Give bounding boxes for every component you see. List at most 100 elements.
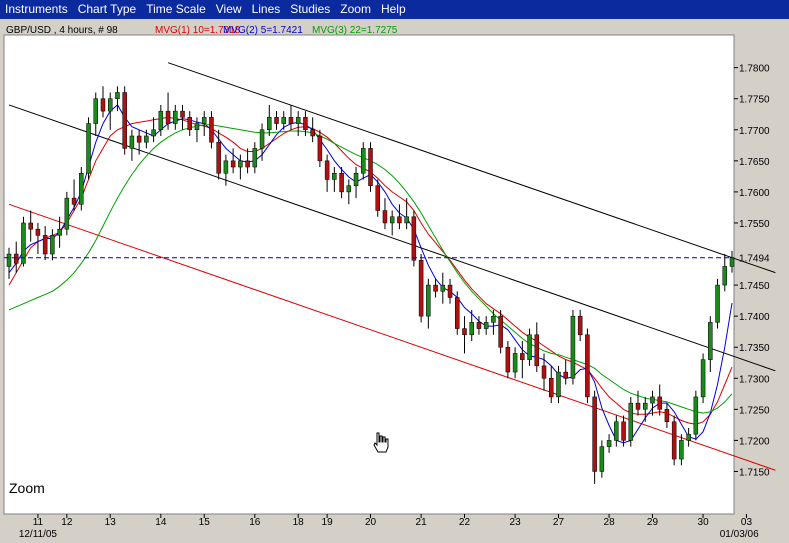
menu-time-scale[interactable]: Time Scale bbox=[141, 0, 211, 19]
candle-body bbox=[686, 433, 691, 441]
candle-body bbox=[563, 371, 568, 379]
candle-body bbox=[209, 117, 214, 143]
menu-lines[interactable]: Lines bbox=[247, 0, 286, 19]
candle-body bbox=[534, 334, 540, 367]
candle-body bbox=[650, 396, 655, 404]
x-tick-label: 19 bbox=[322, 517, 334, 528]
candle-body bbox=[700, 359, 706, 398]
y-tick-label: 1.7750 bbox=[739, 95, 770, 106]
candle-body bbox=[310, 129, 315, 137]
candle-body bbox=[79, 173, 84, 205]
candle-body bbox=[361, 148, 366, 174]
candle-body bbox=[115, 92, 120, 99]
candle-body bbox=[447, 284, 453, 298]
x-tick-label: 29 bbox=[647, 517, 659, 528]
menu-view[interactable]: View bbox=[211, 0, 247, 19]
candle-body bbox=[230, 160, 236, 168]
chart-area[interactable]: GBP/USD , 4 hours, # 98 MVG(1) 10=1.7318… bbox=[0, 19, 789, 543]
candle-body bbox=[144, 135, 149, 143]
candle-body bbox=[693, 396, 699, 435]
instrument-label: GBP/USD , 4 hours, # 98 bbox=[6, 25, 118, 36]
candle-body bbox=[332, 173, 337, 180]
y-tick-label: 1.7650 bbox=[739, 157, 770, 168]
candle-body bbox=[216, 141, 221, 174]
candle-body bbox=[245, 160, 250, 168]
x-tick-label: 23 bbox=[510, 517, 522, 528]
candle-body bbox=[657, 396, 662, 410]
candle-body bbox=[165, 110, 171, 124]
candle-body bbox=[187, 117, 192, 131]
candle-body bbox=[664, 409, 670, 423]
candle-body bbox=[498, 315, 503, 348]
candle bbox=[671, 415, 677, 466]
x-tick-label: 14 bbox=[155, 517, 167, 528]
candle-body bbox=[35, 228, 41, 236]
x-tick-label: 20 bbox=[365, 517, 377, 528]
candle-body bbox=[288, 117, 294, 124]
y-tick-label: 1.7600 bbox=[739, 188, 770, 199]
y-tick-label: 1.7700 bbox=[739, 126, 770, 137]
candle-body bbox=[324, 160, 330, 180]
candle bbox=[693, 390, 699, 441]
candle-body bbox=[549, 378, 554, 398]
menu-chart-type[interactable]: Chart Type bbox=[73, 0, 141, 19]
candle-body bbox=[397, 216, 402, 224]
candle-body bbox=[158, 110, 164, 131]
y-axis: 1.7800 1.7750 1.7700 1.7650 1.7600 1.7550 1.74… bbox=[734, 64, 770, 478]
x-tick-label: 21 bbox=[416, 517, 428, 528]
y-tick-label: 1.7450 bbox=[739, 281, 770, 292]
menu-instruments[interactable]: Instruments bbox=[0, 0, 73, 19]
candle bbox=[592, 390, 597, 484]
menu-bar: Instruments Chart Type Time Scale View L… bbox=[0, 0, 789, 19]
zoom-label: Zoom bbox=[9, 480, 45, 496]
menu-studies[interactable]: Studies bbox=[285, 0, 335, 19]
candle bbox=[418, 254, 424, 323]
candle-body bbox=[64, 197, 70, 230]
candle-body bbox=[346, 185, 352, 193]
candle bbox=[79, 167, 84, 211]
x-date-label: 12/11/05 bbox=[19, 529, 58, 540]
candle-body bbox=[252, 148, 258, 168]
candle-body bbox=[317, 135, 323, 162]
candle-body bbox=[382, 210, 388, 224]
candle bbox=[455, 291, 460, 335]
menu-zoom[interactable]: Zoom bbox=[335, 0, 376, 19]
candle-body bbox=[267, 117, 272, 131]
candle bbox=[570, 309, 576, 385]
candle-body bbox=[375, 185, 380, 211]
candle bbox=[21, 216, 26, 267]
candle-body bbox=[512, 353, 518, 373]
candle-body bbox=[577, 315, 583, 336]
candle-body bbox=[389, 216, 395, 224]
x-tick-label: 27 bbox=[553, 517, 565, 528]
x-tick-label: 22 bbox=[459, 517, 471, 528]
candle bbox=[498, 309, 503, 354]
candle-body bbox=[151, 129, 156, 137]
candle-body bbox=[592, 396, 597, 472]
x-tick-label: 28 bbox=[604, 517, 616, 528]
candle-body bbox=[679, 440, 684, 460]
x-axis: 11 12 13 14 15 16 18 19 20 21 22 23 27 28 29 30 03 12/11/… bbox=[19, 514, 759, 540]
y-tick-label: 1.7150 bbox=[739, 467, 770, 478]
candle-body bbox=[642, 402, 648, 410]
candle-body bbox=[42, 235, 48, 255]
candle-body bbox=[440, 284, 446, 292]
candle-body bbox=[527, 334, 532, 360]
menu-help[interactable]: Help bbox=[376, 0, 411, 19]
candle-body bbox=[86, 123, 91, 174]
candle-body bbox=[469, 322, 474, 336]
candle bbox=[700, 353, 706, 404]
candle-body bbox=[274, 117, 279, 124]
candle-body bbox=[13, 253, 19, 264]
candle-body bbox=[462, 328, 467, 336]
candle-body bbox=[259, 129, 265, 149]
y-tick-label: 1.7550 bbox=[739, 219, 770, 230]
candle-body bbox=[201, 117, 207, 124]
candle bbox=[86, 117, 91, 180]
chart-svg[interactable]: GBP/USD , 4 hours, # 98 MVG(1) 10=1.7318… bbox=[0, 19, 789, 543]
y-tick-label: 1.7300 bbox=[739, 374, 770, 385]
candle bbox=[628, 396, 634, 447]
candle-body bbox=[71, 197, 77, 205]
candle-body bbox=[411, 216, 417, 261]
candle-body bbox=[455, 297, 460, 329]
